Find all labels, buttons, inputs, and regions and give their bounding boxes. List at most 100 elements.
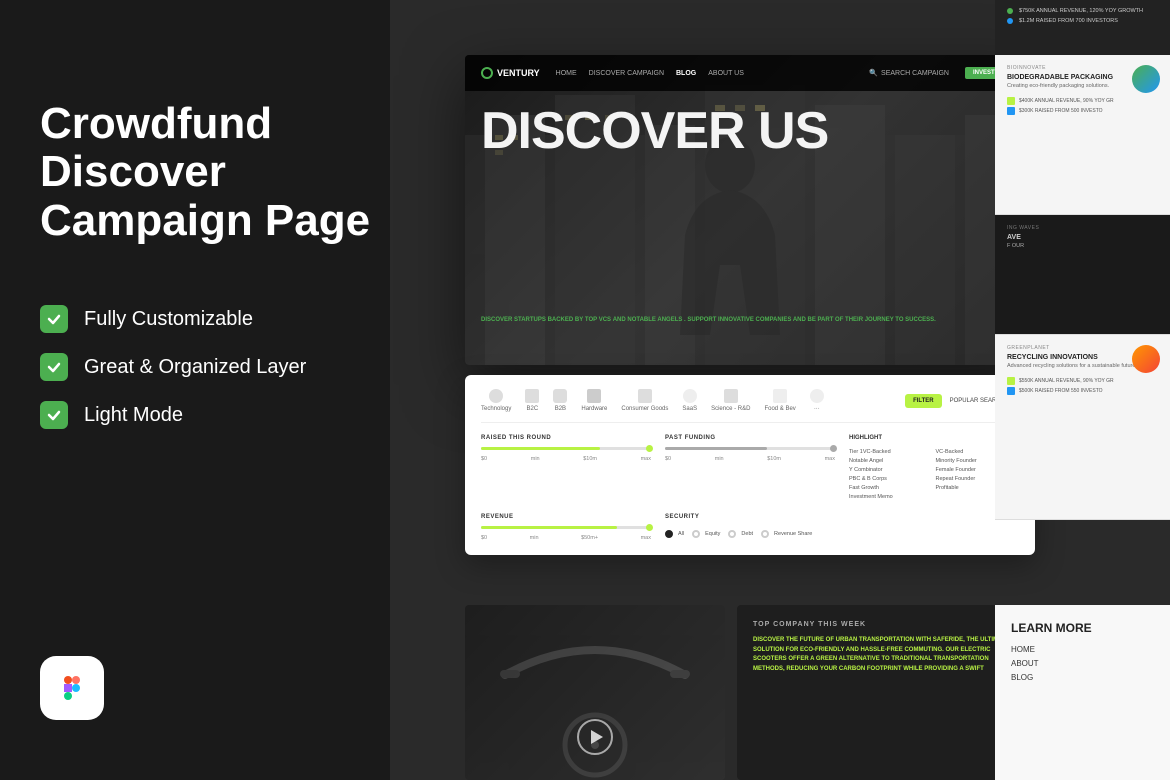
nav-home[interactable]: HOME [556,70,577,77]
stat-row-1: $400K ANNUAL REVENUE, 90% YOY GR [1007,97,1158,105]
security-all[interactable]: All [665,530,684,538]
check-icon-3 [40,401,68,429]
nav-search[interactable]: 🔍 SEARCH CAMPAIGN [869,69,949,77]
feature-label-1: Fully Customizable [84,308,253,331]
filter-tab-food[interactable]: Food & Bev [764,389,795,412]
security-label: SECURITY [665,514,835,520]
hero-subtitle: DISCOVER STARTUPS BACKED BY TOP VCS AND … [481,316,975,325]
filter-tab-b2b[interactable]: B2B [553,389,567,412]
highlight-ycomb: Y Combinator [849,467,933,473]
feature-item-3: Light Mode [40,401,420,429]
hero-mockup: VENTURY HOME DISCOVER CAMPAIGN BLOG ABOU… [465,55,1035,365]
raised-slider-values: $0 min $10m max [481,456,651,462]
raised-slider-track[interactable] [481,447,651,450]
past-funding-slider-track[interactable] [665,447,835,450]
filter-tab-technology[interactable]: Technology [481,389,511,412]
bioinnovate-card: BIOINNOVATE BIODEGRADABLE PACKAGING Crea… [995,55,1170,215]
highlight-label: HIGHLIGHT [849,435,1019,441]
security-group: SECURITY All Equity Debt [665,514,835,541]
nav-links: HOME DISCOVER CAMPAIGN BLOG ABOUT US [556,70,854,77]
learn-more-about[interactable]: ABOUT [1011,659,1154,668]
past-funding-label: PAST FUNDING [665,435,835,441]
greenplanet-stat-text-2: $500K RAISED FROM 550 INVESTO [1019,388,1103,394]
highlight-fastgrowth: Fast Growth [849,485,933,491]
filter-section: Technology B2C B2B Hardware Consumer Goo… [465,375,1035,555]
revenue-dot-green [1007,8,1013,14]
security-revenue-share[interactable]: Revenue Share [761,530,812,538]
bioinnovate-stats: $400K ANNUAL REVENUE, 90% YOY GR $300K R… [1007,97,1158,115]
filter-tab-science[interactable]: Science - R&D [711,389,750,412]
company-description: DISCOVER THE FUTURE OF URBAN TRANSPORTAT… [753,636,1019,674]
revenue-slider-group: REVENUE $0 min $50m+ max [481,514,651,541]
revenue-text-2: $1.2M RAISED FROM 700 INVESTORS [1019,18,1118,24]
greenplanet-avatar [1132,345,1160,373]
highlight-items: Tier 1VC-Backed VC-Backed Notable Angel … [849,449,1019,500]
learn-more-links: HOME ABOUT BLOG [1011,645,1154,682]
security-debt[interactable]: Debt [728,530,753,538]
filter-sliders: RAISED THIS ROUND $0 min $10m max PAST F… [481,435,1019,541]
check-icon-2 [40,353,68,381]
greenplanet-stat-row-1: $550K ANNUAL REVENUE, 90% YOY GR [1007,377,1158,385]
feature-label-3: Light Mode [84,404,183,427]
stat-row-2: $300K RAISED FROM 500 INVESTO [1007,107,1158,115]
nav-about[interactable]: ABOUT US [708,70,744,77]
hero-title: DISCOVER US [481,105,1019,157]
filter-tab-saas[interactable]: SaaS [682,389,697,412]
learn-more-blog[interactable]: BLOG [1011,673,1154,682]
company-info-card: TOP COMPANY THIS WEEK DISCOVER THE FUTUR… [737,605,1035,780]
stat-bar-green-2 [1007,377,1015,385]
page-title: Crowdfund Discover Campaign Page [40,100,420,245]
hero-navbar: VENTURY HOME DISCOVER CAMPAIGN BLOG ABOU… [465,55,1035,91]
top-revenue-strip: $750K ANNUAL REVENUE, 120% YOY GROWTH $1… [995,0,1170,55]
waves-card: ING WAVES AVE F OUR [995,215,1170,335]
nav-blog[interactable]: BLOG [676,70,696,77]
learn-more-card: LEARN MORE HOME ABOUT BLOG [995,605,1170,780]
revenue-dot-blue [1007,18,1013,24]
revenue-label: REVENUE [481,514,651,520]
highlight-group: HIGHLIGHT Tier 1VC-Backed VC-Backed Nota… [849,435,1019,500]
filter-button[interactable]: FILTER [905,394,942,408]
waves-desc: F OUR [1007,243,1158,251]
raised-slider-group: RAISED THIS ROUND $0 min $10m max [481,435,651,500]
features-list: Fully Customizable Great & Organized Lay… [40,305,420,429]
revenue-text-1: $750K ANNUAL REVENUE, 120% YOY GROWTH [1019,8,1143,14]
nav-discover[interactable]: DISCOVER CAMPAIGN [589,70,664,77]
right-cards-panel: $750K ANNUAL REVENUE, 120% YOY GROWTH $1… [995,0,1170,780]
filter-tabs: Technology B2C B2B Hardware Consumer Goo… [481,389,1019,423]
right-panel: VENTURY HOME DISCOVER CAMPAIGN BLOG ABOU… [390,0,1170,780]
learn-more-title: LEARN MORE [1011,621,1154,635]
revenue-values: $0 min $50m+ max [481,535,651,541]
nav-logo: VENTURY [481,67,540,79]
filter-tab-more[interactable]: ··· [810,389,824,412]
raised-label: RAISED THIS ROUND [481,435,651,441]
stat-bar-blue-1 [1007,107,1015,115]
top-company-label: TOP COMPANY THIS WEEK [753,621,1019,628]
past-funding-slider-group: PAST FUNDING $0 min $10m max [665,435,835,500]
filter-tab-b2c[interactable]: B2C [525,389,539,412]
greenplanet-stat-text-1: $550K ANNUAL REVENUE, 90% YOY GR [1019,378,1114,384]
video-card[interactable] [465,605,725,780]
bioinnovate-avatar [1132,65,1160,93]
filter-tab-consumer[interactable]: Consumer Goods [621,389,668,412]
play-icon [591,730,603,744]
learn-more-home[interactable]: HOME [1011,645,1154,654]
highlight-pbc: PBC & B Corps [849,476,933,482]
greenplanet-card: GREENPLANET RECYCLING INNOVATIONS Advanc… [995,335,1170,520]
filter-tab-hardware[interactable]: Hardware [581,389,607,412]
stat-bar-green-1 [1007,97,1015,105]
highlight-tier1: Tier 1VC-Backed [849,449,933,455]
waves-tag: ING WAVES [1007,225,1158,231]
figma-badge [40,656,104,720]
highlight-investmemo: Investment Memo [849,494,933,500]
greenplanet-stats: $550K ANNUAL REVENUE, 90% YOY GR $500K R… [1007,377,1158,395]
stat-text-1: $400K ANNUAL REVENUE, 90% YOY GR [1019,98,1114,104]
logo-icon [481,67,493,79]
revenue-slider-track[interactable] [481,526,651,529]
video-play-button[interactable] [577,719,613,755]
past-funding-values: $0 min $10m max [665,456,835,462]
security-equity[interactable]: Equity [692,530,720,538]
feature-item-1: Fully Customizable [40,305,420,333]
stat-text-2: $300K RAISED FROM 500 INVESTO [1019,108,1103,114]
highlight-angel: Notable Angel [849,458,933,464]
security-options: All Equity Debt Revenue Share [665,530,835,538]
